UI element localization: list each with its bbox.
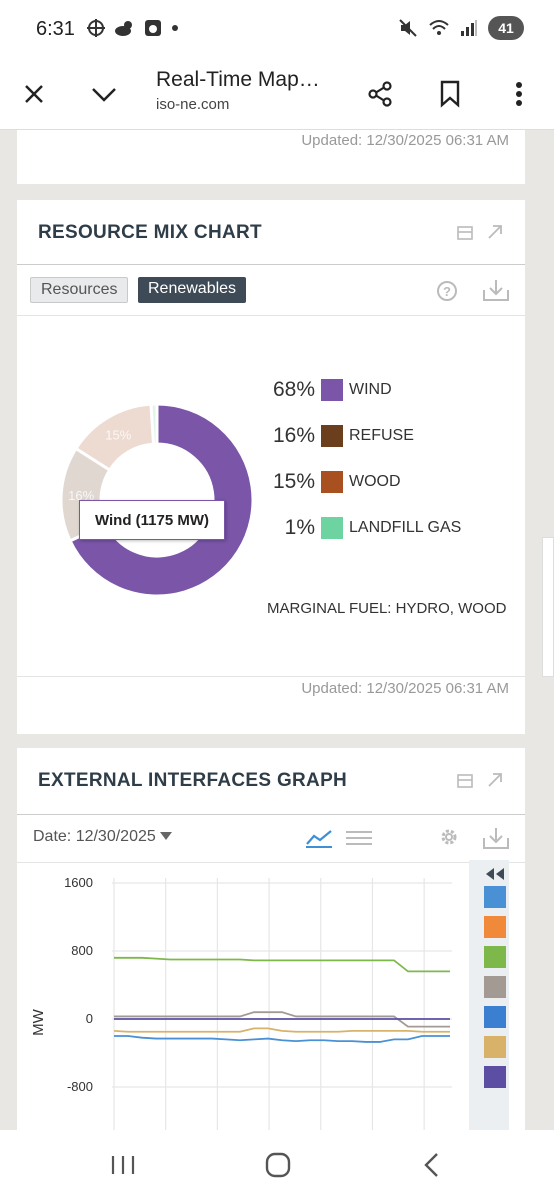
offscreen-card-edge bbox=[542, 537, 554, 677]
legend-label: LANDFILL GAS bbox=[349, 519, 462, 536]
y-axis-label: MW bbox=[29, 1009, 47, 1036]
legend-percent: 15% bbox=[272, 470, 315, 493]
window-icon[interactable] bbox=[457, 774, 473, 788]
y-tick-label: 1600 bbox=[64, 875, 93, 890]
series-line-4[interactable] bbox=[114, 1035, 450, 1043]
share-icon bbox=[368, 81, 392, 107]
series-toggle[interactable] bbox=[484, 1066, 506, 1088]
help-icon[interactable]: ? bbox=[436, 280, 458, 302]
crosshair-icon bbox=[87, 19, 105, 37]
chart-tooltip: Wind (1175 MW) bbox=[79, 500, 225, 540]
system-nav-bar bbox=[0, 1130, 554, 1200]
close-button[interactable] bbox=[14, 74, 54, 114]
app-notification-icon bbox=[145, 20, 161, 36]
svg-text:?: ? bbox=[443, 284, 451, 299]
status-icons-left bbox=[86, 18, 180, 38]
mute-icon bbox=[399, 19, 417, 37]
external-interfaces-card: EXTERNAL INTERFACES GRAPH Date: 12/30/20… bbox=[17, 748, 525, 1130]
date-label: Date: 12/30/2025 bbox=[33, 828, 156, 845]
recent-apps-icon[interactable] bbox=[110, 1154, 136, 1176]
status-bar: 6:31 41 bbox=[0, 0, 554, 60]
page-title: Real-Time Map… bbox=[156, 68, 320, 91]
legend-percent: 16% bbox=[272, 424, 315, 447]
card-title: RESOURCE MIX CHART bbox=[38, 222, 262, 243]
card-title: EXTERNAL INTERFACES GRAPH bbox=[38, 770, 348, 791]
expand-icon[interactable] bbox=[487, 224, 503, 240]
expand-icon[interactable] bbox=[487, 772, 503, 788]
footer-divider bbox=[17, 676, 525, 677]
line-chart-icon[interactable] bbox=[305, 828, 333, 848]
collapse-panel-icon[interactable] bbox=[485, 868, 505, 880]
tabs-divider bbox=[17, 315, 525, 316]
back-icon[interactable] bbox=[422, 1152, 442, 1178]
legend-label: WIND bbox=[349, 381, 392, 398]
download-icon[interactable] bbox=[482, 826, 510, 850]
legend-swatch bbox=[321, 425, 343, 447]
donut-slice-label: 15% bbox=[105, 428, 131, 443]
download-icon[interactable] bbox=[482, 278, 510, 302]
chevron-down-icon bbox=[92, 88, 116, 102]
table-view-icon[interactable] bbox=[345, 830, 373, 846]
status-icons-right: 41 bbox=[398, 16, 524, 40]
page-content: Updated: 12/30/2025 06:31 AM RESOURCE MI… bbox=[0, 130, 554, 1130]
legend-swatch bbox=[321, 379, 343, 401]
legend-percent: 1% bbox=[284, 516, 315, 539]
battery-indicator: 41 bbox=[488, 16, 524, 40]
date-select[interactable]: Date: 12/30/2025 bbox=[33, 828, 173, 846]
legend-percent: 68% bbox=[272, 378, 315, 401]
home-icon[interactable] bbox=[264, 1152, 292, 1178]
legend-item[interactable]: 16% REFUSE bbox=[267, 424, 414, 448]
legend-swatch bbox=[321, 471, 343, 493]
status-time: 6:31 bbox=[36, 18, 75, 40]
series-line-3[interactable] bbox=[113, 1027, 450, 1033]
series-toggle[interactable] bbox=[484, 916, 506, 938]
series-toggle[interactable] bbox=[484, 1036, 506, 1058]
previous-card: Updated: 12/30/2025 06:31 AM bbox=[17, 130, 525, 184]
tab-renewables[interactable]: Renewables bbox=[138, 277, 247, 303]
legend-item[interactable]: 15% WOOD bbox=[267, 470, 401, 494]
y-tick-label: 800 bbox=[71, 943, 93, 958]
title-divider bbox=[17, 264, 525, 265]
browser-toolbar: Real-Time Map… iso-ne.com bbox=[0, 60, 554, 130]
close-icon bbox=[25, 85, 43, 103]
more-vertical-icon bbox=[516, 82, 522, 106]
resource-mix-card: RESOURCE MIX CHART Resources Renewables … bbox=[17, 200, 525, 734]
series-line-0[interactable] bbox=[114, 956, 450, 973]
y-tick-label: -800 bbox=[66, 1079, 93, 1094]
wifi-icon bbox=[429, 20, 449, 35]
caret-down-icon bbox=[160, 832, 173, 840]
page-url: iso-ne.com bbox=[156, 96, 230, 113]
minimize-button[interactable] bbox=[84, 74, 124, 114]
legend-label: WOOD bbox=[349, 473, 401, 490]
updated-timestamp: Updated: 12/30/2025 06:31 AM bbox=[301, 132, 509, 149]
signal-icon bbox=[461, 20, 477, 36]
external-interfaces-line-chart bbox=[112, 878, 452, 1130]
legend-label: REFUSE bbox=[349, 427, 414, 444]
more-notifications-icon bbox=[172, 25, 178, 31]
share-button[interactable] bbox=[360, 74, 400, 114]
series-toggle[interactable] bbox=[484, 976, 506, 998]
title-divider bbox=[17, 814, 525, 815]
marginal-fuel: MARGINAL FUEL: HYDRO, WOOD bbox=[267, 600, 507, 617]
tab-resources[interactable]: Resources bbox=[30, 277, 129, 303]
legend-item[interactable]: 1% LANDFILL GAS bbox=[267, 516, 461, 540]
bookmark-icon bbox=[440, 80, 460, 108]
toolbar-divider bbox=[17, 862, 525, 863]
settings-gear-icon[interactable] bbox=[438, 826, 460, 848]
series-toggle[interactable] bbox=[484, 1006, 506, 1028]
window-icon[interactable] bbox=[457, 226, 473, 240]
donut-slice-landfill-gas[interactable] bbox=[149, 402, 159, 446]
legend-swatch bbox=[321, 517, 343, 539]
more-options-button[interactable] bbox=[499, 74, 539, 114]
weather-icon bbox=[115, 21, 132, 36]
updated-timestamp: Updated: 12/30/2025 06:31 AM bbox=[301, 680, 509, 697]
series-toggle[interactable] bbox=[484, 886, 506, 908]
series-panel bbox=[469, 860, 509, 1130]
series-toggle[interactable] bbox=[484, 946, 506, 968]
legend-item[interactable]: 68% WIND bbox=[267, 378, 392, 402]
bookmark-button[interactable] bbox=[430, 74, 470, 114]
